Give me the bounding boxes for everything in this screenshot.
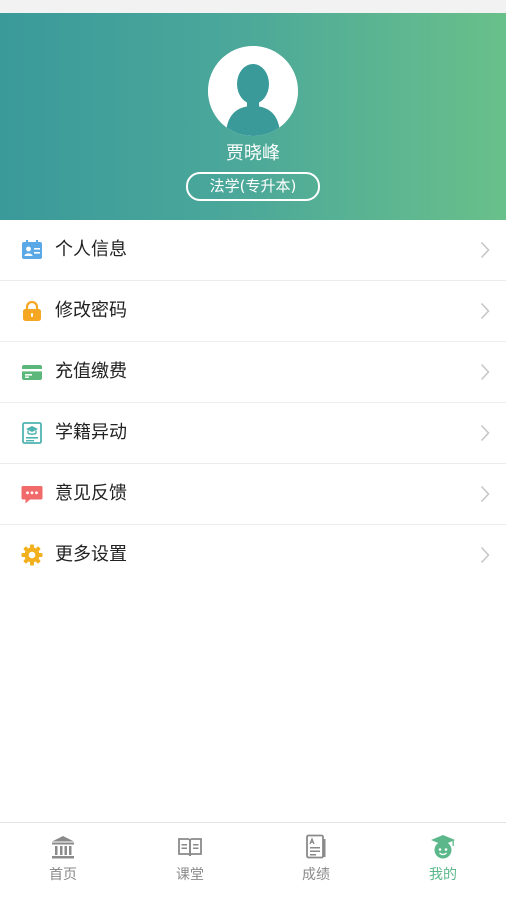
book-icon: [178, 838, 202, 857]
menu-item-label: 学籍异动: [55, 422, 127, 443]
feedback-icon: [21, 486, 43, 504]
chevron-right-icon: [480, 363, 490, 381]
chevron-right-icon: [480, 302, 490, 320]
menu-item-change-password[interactable]: 修改密码: [0, 281, 506, 342]
grades-document-icon: [306, 834, 326, 859]
menu-item-label: 修改密码: [55, 300, 127, 321]
tab-label: 我的: [429, 867, 457, 883]
chevron-right-icon: [480, 424, 490, 442]
tab-classroom[interactable]: 课堂: [127, 823, 253, 901]
profile-header: 贾晓峰 法学(专升本): [0, 13, 506, 220]
chevron-right-icon: [480, 241, 490, 259]
gear-icon: [21, 544, 43, 566]
tab-label: 成绩: [302, 867, 330, 883]
home-building-icon: [52, 836, 74, 859]
graduate-avatar-icon: [431, 835, 455, 859]
tab-label: 首页: [49, 867, 77, 883]
payment-card-icon: [22, 365, 42, 380]
menu-item-label: 意见反馈: [55, 483, 127, 504]
status-bar: [0, 0, 506, 13]
major-badge: 法学(专升本): [186, 172, 320, 201]
user-silhouette-icon: [208, 46, 298, 136]
menu-item-label: 个人信息: [55, 239, 127, 260]
menu-item-student-status[interactable]: 学籍异动: [0, 403, 506, 464]
tab-home[interactable]: 首页: [0, 823, 126, 901]
chevron-right-icon: [480, 546, 490, 564]
lock-icon: [23, 300, 41, 321]
menu-item-label: 充值缴费: [55, 361, 127, 382]
menu-item-feedback[interactable]: 意见反馈: [0, 464, 506, 525]
menu-item-payment[interactable]: 充值缴费: [0, 342, 506, 403]
user-name: 贾晓峰: [226, 143, 280, 164]
student-record-icon: [22, 422, 42, 444]
avatar[interactable]: [208, 46, 298, 136]
tab-label: 课堂: [176, 867, 204, 883]
id-card-icon: [22, 240, 42, 259]
tab-mine[interactable]: 我的: [380, 823, 506, 901]
menu-item-label: 更多设置: [55, 544, 127, 565]
profile-menu: 个人信息 修改密码 充值缴费 学籍异动 意见反馈 更多设置: [0, 220, 506, 585]
chevron-right-icon: [480, 485, 490, 503]
bottom-tab-bar: 首页 课堂 成绩 我的: [0, 822, 506, 901]
tab-grades[interactable]: 成绩: [253, 823, 379, 901]
menu-item-personal-info[interactable]: 个人信息: [0, 220, 506, 281]
menu-item-more-settings[interactable]: 更多设置: [0, 525, 506, 585]
